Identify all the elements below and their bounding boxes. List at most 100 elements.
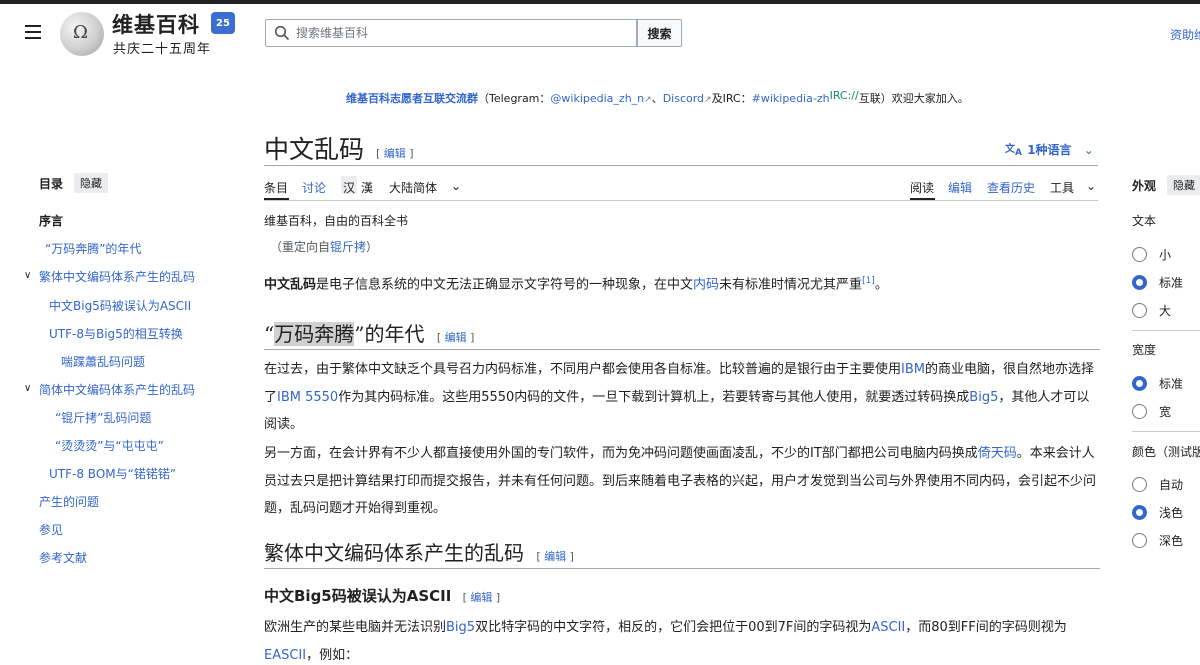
section-edit-link: [ 编辑 ] xyxy=(536,550,574,563)
external-link-icon: ↗ xyxy=(704,95,712,105)
toc-item-utf8-big5[interactable]: UTF-8与Big5的相互转换 xyxy=(49,325,183,342)
section-divider xyxy=(264,568,1100,569)
inner-code-link[interactable]: 内码 xyxy=(693,277,719,292)
chevron-down-icon[interactable]: ∨ xyxy=(24,270,31,281)
svg-text:A: A xyxy=(1015,148,1022,156)
top-border xyxy=(0,0,1200,4)
radio-dot-selected xyxy=(1132,376,1147,391)
toc-item-big5-ascii[interactable]: 中文Big5码被误认为ASCII xyxy=(49,297,191,314)
reference-link[interactable]: [1] xyxy=(862,276,875,286)
tab-read[interactable]: 阅读 xyxy=(910,179,934,196)
main-menu-button[interactable] xyxy=(25,25,41,39)
site-tagline: 维基百科，自由的百科全书 xyxy=(264,214,409,228)
ascii-link[interactable]: ASCII xyxy=(871,620,905,635)
toc-item-see-also[interactable]: 参见 xyxy=(39,521,63,538)
paragraph-era-2: 另一方面，在会计界有不少人都直接使用外国的专门软件，而为免冲码问题使画面凌乱，不… xyxy=(264,446,1097,516)
color-light-radio[interactable]: 浅色 xyxy=(1132,504,1183,521)
title-divider xyxy=(264,165,1098,166)
telegram-link[interactable]: @wikipedia_zh_n xyxy=(550,92,644,105)
radio-dot xyxy=(1132,533,1147,548)
color-label: 颜色（测试版） xyxy=(1132,445,1200,459)
toc-item-simplified[interactable]: 简体中文编码体系产生的乱码 xyxy=(39,381,195,398)
radio-dot xyxy=(1132,303,1147,318)
tabs-divider xyxy=(264,200,1098,201)
variant-simplified-toggle[interactable]: 汉 xyxy=(343,179,355,196)
text-size-small-radio[interactable]: 小 xyxy=(1132,246,1171,263)
irc-channel-link[interactable]: #wikipedia-zh xyxy=(752,92,830,105)
external-link-icon: ↗ xyxy=(644,95,652,105)
radio-dot-selected xyxy=(1132,505,1147,520)
paragraph-big5: 欧洲生产的某些电脑并无法识别Big5双比特字码的中文字符，相反的，它们会把位于0… xyxy=(264,620,1067,663)
anniversary-badge-icon: 25 xyxy=(211,12,235,34)
text-size-standard-radio[interactable]: 标准 xyxy=(1132,274,1183,291)
eten-link[interactable]: 倚天码 xyxy=(978,446,1017,461)
search-button[interactable]: 搜索 xyxy=(637,19,682,47)
color-auto-radio[interactable]: 自动 xyxy=(1132,476,1183,493)
section-heading-traditional: 繁体中文编码体系产生的乱码 [ 编辑 ] xyxy=(264,541,574,565)
tab-history[interactable]: 查看历史 xyxy=(987,179,1035,196)
radio-dot xyxy=(1132,477,1147,492)
big5-link[interactable]: Big5 xyxy=(969,390,998,405)
text-size-label: 文本 xyxy=(1132,214,1157,228)
text-size-large-radio[interactable]: 大 xyxy=(1132,302,1171,319)
irc-protocol-tag: IRC:// xyxy=(829,89,859,102)
redirect-source-link[interactable]: 锟斤拷 xyxy=(330,240,366,254)
donate-link[interactable]: 资助维 xyxy=(1170,26,1200,43)
toc-item-tangtang[interactable]: “烫烫烫”与“屯屯屯” xyxy=(55,437,164,454)
search-input[interactable] xyxy=(296,26,616,40)
paragraph-era-1: 在过去，由于繁体中文缺乏个具号召力内码标准，不同用户都会使用各自标准。比较普遍的… xyxy=(264,362,1094,432)
radio-dot-selected xyxy=(1132,275,1147,290)
language-count: 1种语言 xyxy=(1027,143,1072,157)
volunteer-group-link[interactable]: 维基百科志愿者互联交流群 xyxy=(346,92,478,105)
toc-item-intro[interactable]: 序言 xyxy=(39,212,63,229)
translate-icon: 文A xyxy=(1005,142,1022,158)
ibm5550-link[interactable]: IBM 5550 xyxy=(277,390,338,405)
toc-hide-button[interactable]: 隐藏 xyxy=(74,173,108,193)
section-edit-link: [ 编辑 ] xyxy=(436,331,475,344)
toc-item-kunjinkao[interactable]: “锟斤拷”乱码问题 xyxy=(55,409,151,426)
tab-article[interactable]: 条目 xyxy=(264,179,288,196)
chevron-down-icon[interactable]: ∨ xyxy=(24,383,31,394)
appearance-hide-button[interactable]: 隐藏 xyxy=(1167,175,1200,195)
toc-item-references[interactable]: 参考文献 xyxy=(39,549,87,566)
width-wide-radio[interactable]: 宽 xyxy=(1132,403,1171,420)
intro-paragraph: 中文乱码是电子信息系统的中文无法正确显示文字符号的一种现象，在中文内码未有标准时… xyxy=(264,276,888,293)
search-icon xyxy=(274,25,290,41)
variant-dropdown[interactable]: 大陆简体 xyxy=(389,179,437,196)
section-heading-era: “万码奔腾”的年代 [ 编辑 ] xyxy=(264,322,475,346)
toc-item-garble-issue[interactable]: 喘蹀蕭乱码问题 xyxy=(61,353,145,370)
tab-edit[interactable]: 编辑 xyxy=(948,179,972,196)
tab-talk[interactable]: 讨论 xyxy=(302,179,326,196)
chevron-down-icon[interactable]: ⌄ xyxy=(1086,179,1096,193)
width-label: 宽度 xyxy=(1132,343,1157,357)
tools-dropdown[interactable]: 工具 xyxy=(1050,179,1074,196)
language-button[interactable]: 文A 1种语言 ⌄ xyxy=(1005,141,1094,158)
globe-glyph-icon: Ω xyxy=(73,22,88,43)
logo-subtitle: 共庆二十五周年 xyxy=(113,42,212,57)
eascii-link[interactable]: EASCII xyxy=(264,648,306,663)
big5-link[interactable]: Big5 xyxy=(446,620,475,635)
toc-item-problems[interactable]: 产生的问题 xyxy=(39,493,99,510)
page-title: 中文乱码 xyxy=(264,135,365,164)
chevron-down-icon[interactable]: ⌄ xyxy=(451,179,461,193)
appearance-divider xyxy=(1132,330,1200,331)
chevron-down-icon: ⌄ xyxy=(1083,143,1094,157)
logo-title[interactable]: 维基百科 xyxy=(112,9,200,39)
section-edit-link: [ 编辑 ] xyxy=(462,591,501,604)
wikipedia-globe-logo[interactable]: Ω xyxy=(60,12,104,56)
radio-dot xyxy=(1132,247,1147,262)
site-notice: 维基百科志愿者互联交流群（Telegram：@wikipedia_zh_n↗、D… xyxy=(346,89,969,105)
radio-dot xyxy=(1132,404,1147,419)
appearance-divider xyxy=(1132,431,1200,432)
variant-traditional-toggle[interactable]: 漢 xyxy=(361,179,373,196)
discord-link[interactable]: Discord xyxy=(663,92,704,105)
toc-title: 目录 xyxy=(39,177,64,191)
toc-item-traditional[interactable]: 繁体中文编码体系产生的乱码 xyxy=(39,268,195,285)
section-divider xyxy=(264,349,1100,350)
ibm-link[interactable]: IBM xyxy=(901,362,925,377)
width-standard-radio[interactable]: 标准 xyxy=(1132,375,1183,392)
appearance-title: 外观 xyxy=(1132,179,1157,193)
toc-item-utf8-bom[interactable]: UTF-8 BOM与“锘锘锘” xyxy=(49,465,176,482)
toc-item-era[interactable]: “万码奔腾”的年代 xyxy=(45,240,141,257)
color-dark-radio[interactable]: 深色 xyxy=(1132,532,1183,549)
